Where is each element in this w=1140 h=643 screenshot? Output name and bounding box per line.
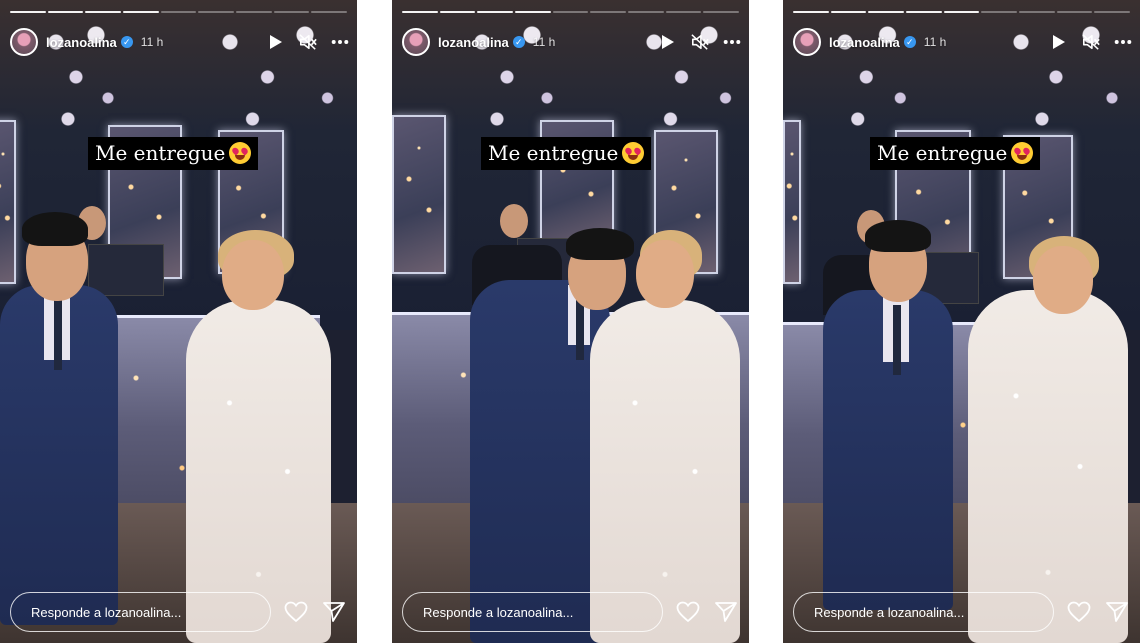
- heart-eyes-emoji-icon: [229, 141, 252, 164]
- heart-icon[interactable]: [283, 599, 309, 625]
- progress-segment: [236, 11, 272, 13]
- progress-segment: [477, 11, 514, 13]
- username[interactable]: lozanoalina: [438, 35, 509, 50]
- story-progress-bar: [402, 11, 740, 14]
- story-3[interactable]: lozanoalina ✓ 11 h Me entregue Responde …: [783, 0, 1140, 643]
- story-progress-bar: [10, 11, 348, 14]
- heart-icon[interactable]: [675, 599, 701, 625]
- reply-placeholder: Responde a lozanoalina...: [814, 604, 965, 620]
- reply-input[interactable]: Responde a lozanoalina...: [10, 592, 271, 632]
- progress-segment: [439, 11, 476, 13]
- play-icon[interactable]: [1050, 33, 1068, 51]
- progress-segment: [402, 11, 438, 13]
- story-1-photo: [0, 0, 357, 643]
- speaker-muted-icon[interactable]: [1082, 33, 1100, 51]
- reply-input[interactable]: Responde a lozanoalina...: [793, 592, 1054, 632]
- caption-text: Me entregue: [95, 141, 226, 165]
- caption-sticker: Me entregue: [481, 137, 652, 170]
- verified-badge-icon: ✓: [903, 36, 916, 48]
- progress-segment: [1056, 11, 1093, 13]
- progress-segment: [868, 11, 905, 13]
- send-icon[interactable]: [713, 599, 739, 625]
- caption-sticker: Me entregue: [88, 137, 259, 170]
- more-options-icon[interactable]: [723, 33, 741, 51]
- progress-segment: [552, 11, 589, 13]
- progress-segment: [906, 11, 942, 13]
- progress-segment: [665, 11, 702, 13]
- progress-segment: [1019, 11, 1055, 13]
- progress-segment: [981, 11, 1018, 13]
- verified-badge-icon: ✓: [512, 36, 525, 48]
- avatar[interactable]: [402, 28, 430, 56]
- progress-segment: [943, 11, 980, 13]
- progress-segment: [198, 11, 235, 13]
- username[interactable]: lozanoalina: [46, 35, 117, 50]
- story-footer: Responde a lozanoalina...: [402, 591, 739, 633]
- story-header: lozanoalina ✓ 11 h: [402, 28, 741, 56]
- heart-eyes-emoji-icon: [1011, 141, 1034, 164]
- progress-segment: [10, 11, 46, 13]
- progress-segment: [160, 11, 197, 13]
- progress-segment: [123, 11, 159, 13]
- progress-segment: [590, 11, 627, 13]
- timestamp: 11 h: [532, 35, 556, 49]
- progress-segment: [628, 11, 664, 13]
- speaker-muted-icon[interactable]: [299, 33, 317, 51]
- progress-segment: [273, 11, 310, 13]
- reply-placeholder: Responde a lozanoalina...: [423, 604, 574, 620]
- story-progress-bar: [793, 11, 1131, 14]
- heart-eyes-emoji-icon: [622, 141, 645, 164]
- progress-segment: [311, 11, 348, 13]
- more-options-icon[interactable]: [1114, 33, 1132, 51]
- progress-segment: [793, 11, 829, 13]
- progress-segment: [830, 11, 867, 13]
- progress-segment: [703, 11, 740, 13]
- send-icon[interactable]: [1104, 599, 1130, 625]
- play-icon[interactable]: [659, 33, 677, 51]
- story-2[interactable]: lozanoalina ✓ 11 h Me entregue Responde …: [392, 0, 749, 643]
- timestamp: 11 h: [923, 35, 947, 49]
- reply-placeholder: Responde a lozanoalina...: [31, 604, 182, 620]
- timestamp: 11 h: [140, 35, 164, 49]
- story-1[interactable]: lozanoalina ✓ 11 h Me entregue Responde …: [0, 0, 357, 643]
- speaker-muted-icon[interactable]: [691, 33, 709, 51]
- reply-input[interactable]: Responde a lozanoalina...: [402, 592, 663, 632]
- story-footer: Responde a lozanoalina...: [793, 591, 1130, 633]
- story-header: lozanoalina ✓ 11 h: [793, 28, 1132, 56]
- story-3-photo: [783, 0, 1140, 643]
- play-icon[interactable]: [267, 33, 285, 51]
- progress-segment: [85, 11, 122, 13]
- username[interactable]: lozanoalina: [829, 35, 900, 50]
- avatar[interactable]: [10, 28, 38, 56]
- caption-text: Me entregue: [488, 141, 619, 165]
- story-header: lozanoalina ✓ 11 h: [10, 28, 349, 56]
- caption-text: Me entregue: [877, 141, 1008, 165]
- story-2-photo: [392, 0, 749, 643]
- avatar[interactable]: [793, 28, 821, 56]
- more-options-icon[interactable]: [331, 33, 349, 51]
- verified-badge-icon: ✓: [120, 36, 133, 48]
- send-icon[interactable]: [321, 599, 347, 625]
- caption-sticker: Me entregue: [870, 137, 1041, 170]
- story-footer: Responde a lozanoalina...: [10, 591, 347, 633]
- heart-icon[interactable]: [1066, 599, 1092, 625]
- progress-segment: [515, 11, 551, 13]
- progress-segment: [1094, 11, 1131, 13]
- progress-segment: [47, 11, 84, 13]
